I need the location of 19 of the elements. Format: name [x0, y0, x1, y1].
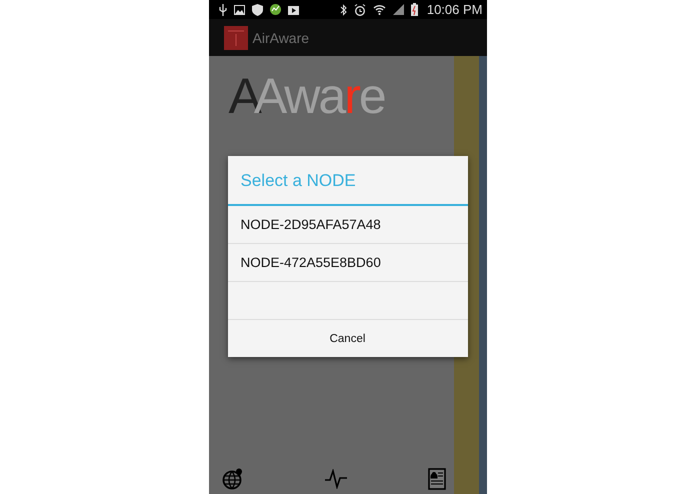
- node-list-item[interactable]: NODE-2D95AFA57A48: [228, 206, 468, 244]
- globe-pin-icon[interactable]: [222, 468, 244, 490]
- clock-time: 10:06 PM: [426, 2, 482, 17]
- usb-icon: [218, 4, 226, 16]
- node-list-item[interactable]: NODE-472A55E8BD60: [228, 244, 468, 282]
- battery-icon: [410, 3, 418, 16]
- pulse-icon[interactable]: [324, 469, 346, 489]
- bluetooth-icon: [340, 4, 347, 16]
- signal-icon: [392, 4, 404, 15]
- app-title: AirAware: [252, 30, 310, 46]
- image-icon: [234, 4, 244, 14]
- shield-icon: [252, 4, 262, 16]
- cancel-button[interactable]: Cancel: [228, 320, 468, 357]
- dialog-title: Select a NODE: [228, 156, 468, 206]
- app-icon: [270, 4, 280, 15]
- app-logo-icon[interactable]: [224, 26, 248, 50]
- alarm-icon: [354, 4, 366, 16]
- id-card-icon[interactable]: [428, 468, 446, 490]
- wifi-icon: [372, 4, 386, 15]
